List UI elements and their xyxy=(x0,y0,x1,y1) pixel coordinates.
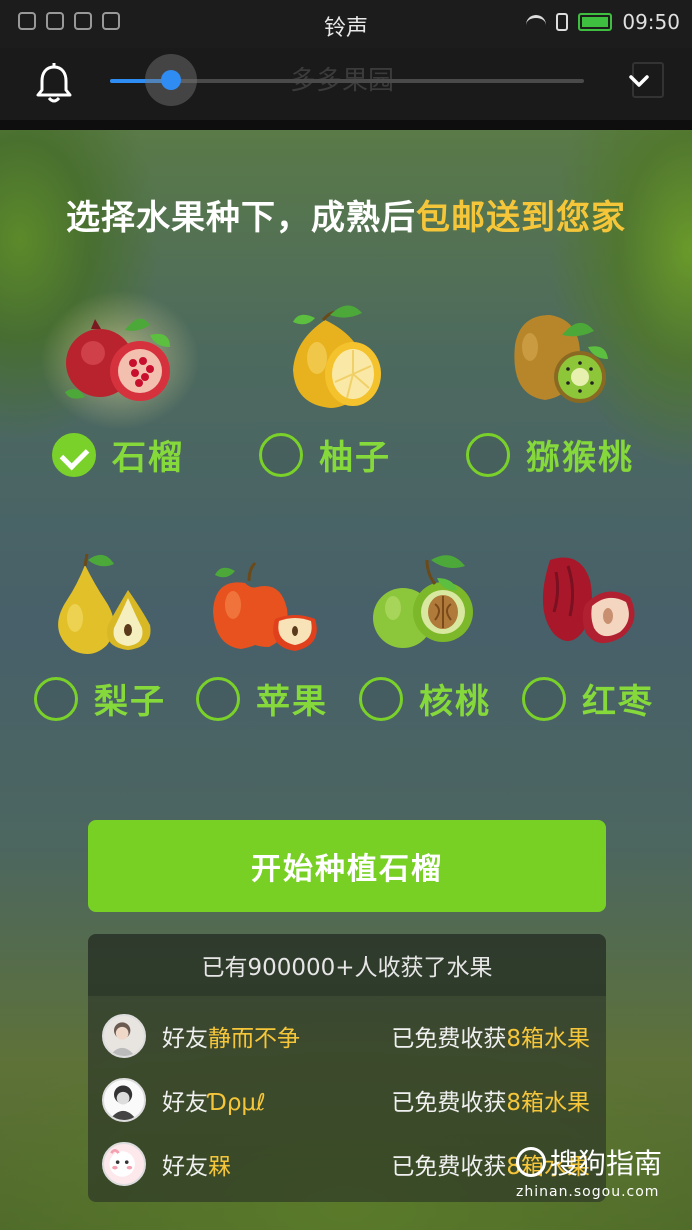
avatar[interactable] xyxy=(102,1078,146,1122)
status-bar: 铃声 09:50 xyxy=(0,0,692,48)
harvest-panel-header: 已有900000+人收获了水果 xyxy=(88,934,606,996)
option-jujube[interactable]: 红枣 xyxy=(522,674,654,723)
battery-icon xyxy=(578,13,613,31)
radio-unchecked[interactable] xyxy=(34,676,78,721)
wifi-icon xyxy=(526,15,547,29)
divider xyxy=(0,120,692,130)
option-pomelo[interactable]: 柚子 xyxy=(259,430,391,479)
option-label: 柚子 xyxy=(319,438,391,478)
option-pear[interactable]: 梨子 xyxy=(34,674,166,723)
option-apple[interactable]: 苹果 xyxy=(196,674,328,723)
harvest-amount: 已免费收获8箱水果 xyxy=(391,1026,590,1052)
watermark-brand: 搜狗指南 xyxy=(516,1142,686,1182)
avatar[interactable] xyxy=(102,1142,146,1186)
option-walnut[interactable]: 核桃 xyxy=(359,674,491,723)
harvest-row: 好友静而不争 已免费收获8箱水果 xyxy=(88,1006,606,1066)
walnut-icon[interactable] xyxy=(365,548,495,658)
watermark-url: zhinan.sogou.com xyxy=(516,1184,660,1200)
apple-icon[interactable] xyxy=(205,555,335,665)
headline-text: 选择水果种下，成熟后 xyxy=(66,198,416,238)
system-indicators: 09:50 xyxy=(526,10,680,34)
radio-unchecked[interactable] xyxy=(259,432,303,477)
friend-name: 好友槑 xyxy=(162,1154,231,1180)
kiwi-icon[interactable] xyxy=(500,305,630,415)
volume-overlay: 多多果园 xyxy=(0,48,692,120)
radio-checked[interactable] xyxy=(52,432,96,477)
avatar[interactable] xyxy=(102,1014,146,1058)
clock: 09:50 xyxy=(622,10,680,34)
radio-unchecked[interactable] xyxy=(196,676,240,721)
page-headline: 选择水果种下，成熟后包邮送到您家 xyxy=(0,190,692,239)
option-pomegranate[interactable]: 石榴 xyxy=(52,430,184,479)
option-label: 石榴 xyxy=(112,438,184,478)
friend-name: 好友静而不争 xyxy=(162,1026,300,1052)
start-planting-button[interactable]: 开始种植石榴 xyxy=(88,820,606,912)
radio-unchecked[interactable] xyxy=(522,676,566,721)
radio-unchecked[interactable] xyxy=(466,432,510,477)
pear-icon[interactable] xyxy=(40,550,170,660)
radio-unchecked[interactable] xyxy=(359,676,403,721)
bell-icon[interactable] xyxy=(32,62,76,106)
option-label: 苹果 xyxy=(256,682,328,722)
headline-highlight: 包邮送到您家 xyxy=(416,198,626,238)
harvest-amount: 已免费收获8箱水果 xyxy=(391,1090,590,1116)
volume-slider-thumb[interactable] xyxy=(161,70,181,90)
option-label: 梨子 xyxy=(94,682,166,722)
sogou-logo-icon xyxy=(516,1147,546,1177)
pomelo-icon[interactable] xyxy=(275,300,405,410)
option-label: 核桃 xyxy=(419,682,491,722)
sim-icon xyxy=(556,13,569,31)
harvest-row: 好友Ɗρμℓ 已免费收获8箱水果 xyxy=(88,1070,606,1130)
jujube-icon[interactable] xyxy=(530,550,660,660)
watermark: 搜狗指南 zhinan.sogou.com xyxy=(516,1142,686,1200)
option-kiwi[interactable]: 猕猴桃 xyxy=(466,430,634,479)
pomegranate-icon[interactable] xyxy=(55,305,185,415)
friend-name: 好友Ɗρμℓ xyxy=(162,1090,266,1116)
option-label: 红枣 xyxy=(582,682,654,722)
chevron-down-icon[interactable] xyxy=(624,66,654,96)
option-label: 猕猴桃 xyxy=(526,438,634,478)
